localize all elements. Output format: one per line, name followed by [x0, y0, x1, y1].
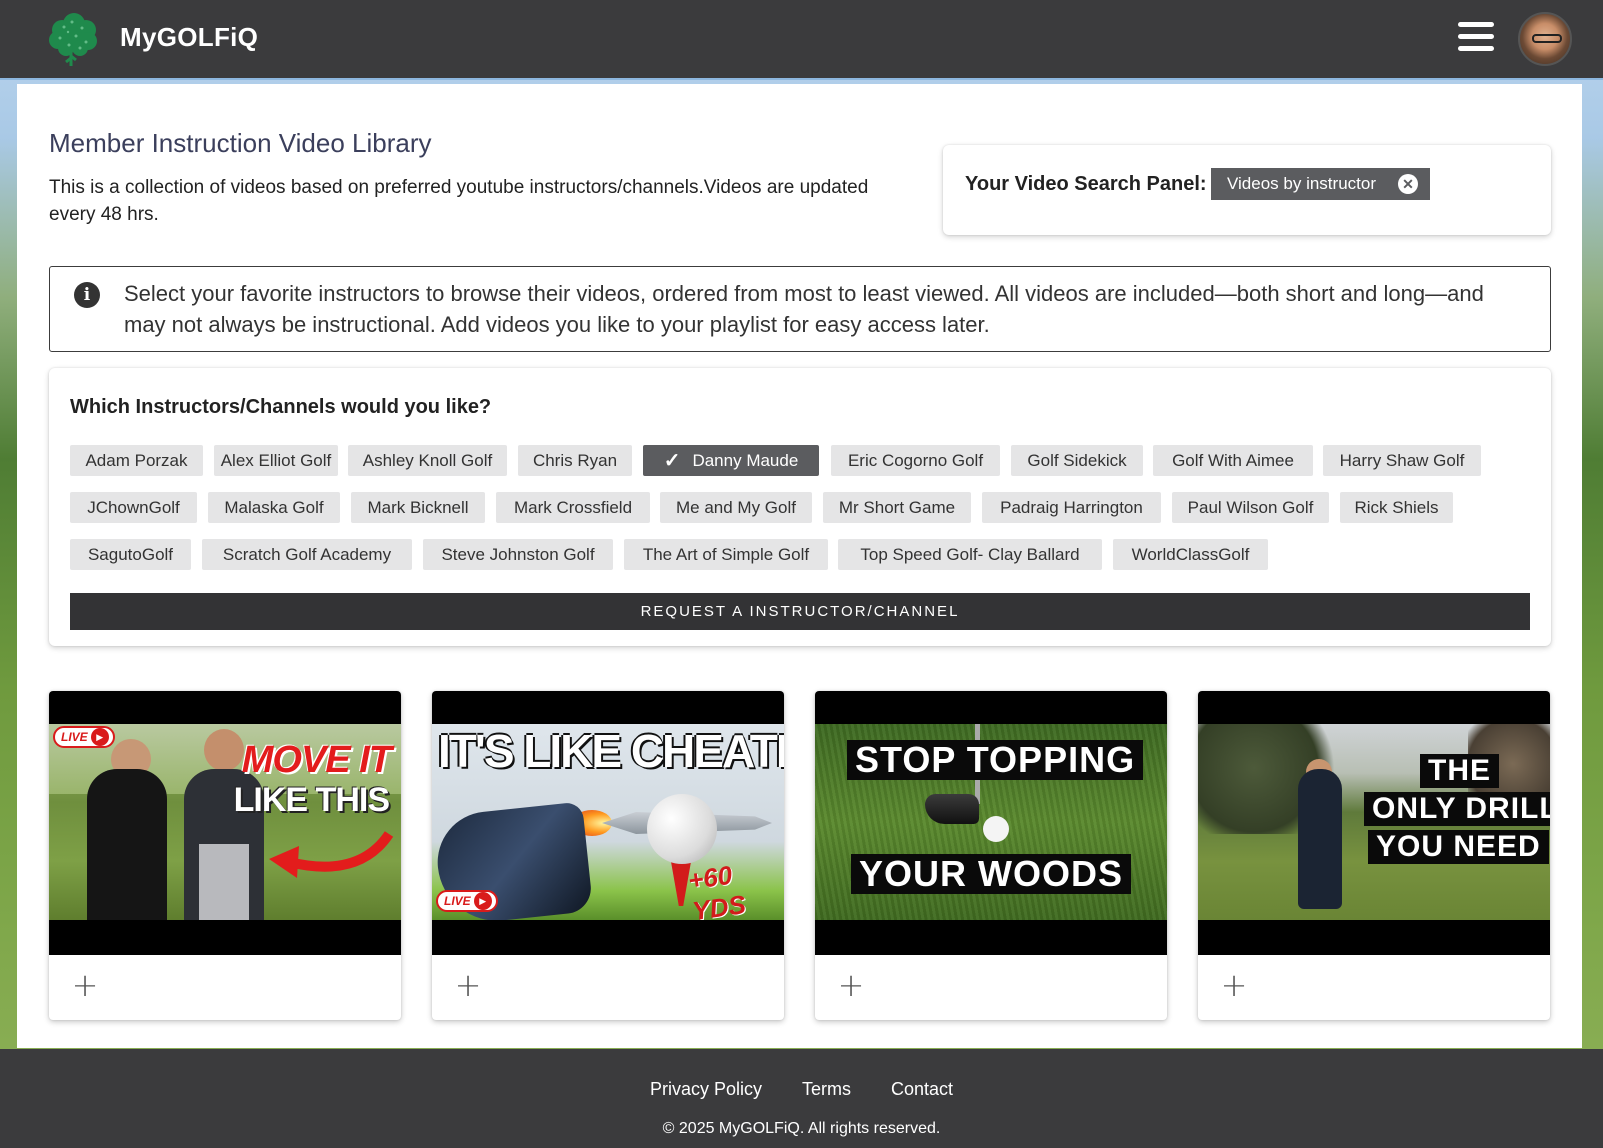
active-filter-label: Videos by instructor	[1227, 174, 1376, 193]
instructor-chip[interactable]: Top Speed Golf- Clay Ballard	[838, 539, 1102, 570]
search-panel-label: Your Video Search Panel:	[965, 173, 1207, 195]
request-instructor-button[interactable]: REQUEST A INSTRUCTOR/CHANNEL	[70, 593, 1530, 630]
instructor-chip[interactable]: JChownGolf	[70, 492, 197, 523]
thumbnail-image: MOVE IT LIKE THIS LIVE ▶	[49, 724, 401, 920]
thumb-subline: ONLY DRILL	[1364, 792, 1550, 826]
thumb-subline: LIKE THIS	[233, 781, 390, 819]
footer: Privacy Policy Terms Contact © 2025 MyGO…	[0, 1049, 1603, 1148]
fairway-wood-head	[925, 794, 979, 824]
video-thumbnail[interactable]: MOVE IT LIKE THIS LIVE ▶	[49, 691, 401, 955]
instructor-chip[interactable]: Alex Elliot Golf	[214, 445, 338, 476]
thumb-headline: IT'S LIKE CHEATING	[438, 725, 784, 777]
instructor-chip[interactable]: Harry Shaw Golf	[1323, 445, 1481, 476]
thumb-headline: THE	[1420, 754, 1499, 788]
instructor-chip[interactable]: Padraig Harrington	[982, 492, 1161, 523]
add-to-playlist-plus-icon[interactable]: +	[71, 969, 99, 1001]
check-icon: ✓	[663, 450, 681, 472]
instructor-chip[interactable]: Chris Ryan	[518, 445, 632, 476]
instructor-chip[interactable]: Rick Shiels	[1340, 492, 1453, 523]
instructor-chip[interactable]: Me and My Golf	[660, 492, 812, 523]
info-alert: i Select your favorite instructors to br…	[49, 266, 1551, 352]
instructor-chip[interactable]: Paul Wilson Golf	[1172, 492, 1329, 523]
video-card: MOVE IT LIKE THIS LIVE ▶ +	[49, 691, 401, 1020]
instructors-question: Which Instructors/Channels would you lik…	[70, 396, 492, 418]
thumbnail-image: IT'S LIKE CHEATING +60 YDS LIVE ▶	[432, 724, 784, 920]
main-content: Member Instruction Video Library This is…	[17, 84, 1582, 1048]
info-icon: i	[74, 282, 100, 308]
instructor-chip[interactable]: Golf Sidekick	[1011, 445, 1143, 476]
curved-arrow-icon	[269, 831, 394, 878]
brand-name[interactable]: MyGOLFiQ	[120, 22, 258, 53]
video-card: STOP TOPPING YOUR WOODS +	[815, 691, 1167, 1020]
video-thumbnail[interactable]: IT'S LIKE CHEATING +60 YDS LIVE ▶	[432, 691, 784, 955]
video-thumbnail[interactable]: STOP TOPPING YOUR WOODS	[815, 691, 1167, 955]
person-legs	[199, 844, 249, 920]
close-circle-icon[interactable]: ✕	[1398, 174, 1418, 194]
page-description: This is a collection of videos based on …	[49, 177, 869, 225]
video-card: IT'S LIKE CHEATING +60 YDS LIVE ▶ +	[432, 691, 784, 1020]
footer-links: Privacy Policy Terms Contact	[0, 1079, 1603, 1100]
thumbnail-image: THE ONLY DRILL YOU NEED	[1198, 724, 1550, 920]
user-avatar[interactable]	[1518, 12, 1572, 66]
video-search-panel: Your Video Search Panel: Videos by instr…	[943, 145, 1551, 235]
instructor-chip[interactable]: Adam Porzak	[70, 445, 203, 476]
thumb-subline: YOUR WOODS	[851, 854, 1132, 894]
video-thumbnail[interactable]: THE ONLY DRILL YOU NEED	[1198, 691, 1550, 955]
live-badge: LIVE ▶	[436, 890, 498, 912]
contact-link[interactable]: Contact	[891, 1079, 953, 1100]
golf-ball	[647, 794, 717, 864]
person-head	[204, 729, 244, 771]
live-badge-label: LIVE	[444, 894, 471, 908]
live-badge-label: LIVE	[61, 730, 88, 744]
brain-tree-logo-icon[interactable]	[42, 12, 104, 68]
thumb-yards-label: +60 YDS	[686, 859, 748, 920]
info-text: Select your favorite instructors to brow…	[124, 281, 1484, 337]
golf-ball	[983, 816, 1009, 842]
active-filter-chip[interactable]: Videos by instructor ✕	[1211, 168, 1430, 200]
instructor-chip[interactable]: The Art of Simple Golf	[624, 539, 828, 570]
avatar-glasses	[1532, 34, 1562, 43]
page-title: Member Instruction Video Library	[49, 128, 432, 158]
person-figure	[87, 769, 167, 920]
add-to-playlist-plus-icon[interactable]: +	[454, 969, 482, 1001]
instructor-chip[interactable]: Ashley Knoll Golf	[348, 445, 507, 476]
thumbnail-image: STOP TOPPING YOUR WOODS	[815, 724, 1167, 920]
instructor-chip[interactable]: Golf With Aimee	[1153, 445, 1313, 476]
instructor-chip[interactable]: Eric Cogorno Golf	[831, 445, 1000, 476]
instructor-chip[interactable]: Mr Short Game	[823, 492, 971, 523]
play-icon: ▶	[90, 728, 109, 746]
play-icon: ▶	[473, 892, 492, 910]
instructor-chip[interactable]: Steve Johnston Golf	[423, 539, 613, 570]
thumb-headline: STOP TOPPING	[847, 740, 1144, 780]
golfer-figure	[1298, 769, 1342, 909]
add-to-playlist-plus-icon[interactable]: +	[1220, 969, 1248, 1001]
privacy-policy-link[interactable]: Privacy Policy	[650, 1079, 762, 1100]
terms-link[interactable]: Terms	[802, 1079, 851, 1100]
instructor-chip[interactable]: Mark Bicknell	[351, 492, 485, 523]
instructor-chip[interactable]: Scratch Golf Academy	[202, 539, 412, 570]
thumb-subline: YOU NEED	[1368, 830, 1549, 864]
instructor-chip[interactable]: Malaska Golf	[208, 492, 340, 523]
hamburger-menu-icon[interactable]	[1458, 22, 1494, 54]
copyright-text: © 2025 MyGOLFiQ. All rights reserved.	[662, 1120, 941, 1137]
thumb-headline: MOVE IT	[241, 739, 392, 781]
top-navbar: MyGOLFiQ	[0, 0, 1603, 80]
add-to-playlist-plus-icon[interactable]: +	[837, 969, 865, 1001]
instructor-chip-selected[interactable]: ✓ Danny Maude	[643, 445, 819, 476]
instructor-chip[interactable]: SagutoGolf	[70, 539, 191, 570]
instructor-chip[interactable]: Mark Crossfield	[496, 492, 650, 523]
instructors-card: Which Instructors/Channels would you lik…	[49, 368, 1551, 646]
instructor-chip[interactable]: WorldClassGolf	[1113, 539, 1268, 570]
video-card: THE ONLY DRILL YOU NEED +	[1198, 691, 1550, 1020]
live-badge: LIVE ▶	[53, 726, 115, 748]
